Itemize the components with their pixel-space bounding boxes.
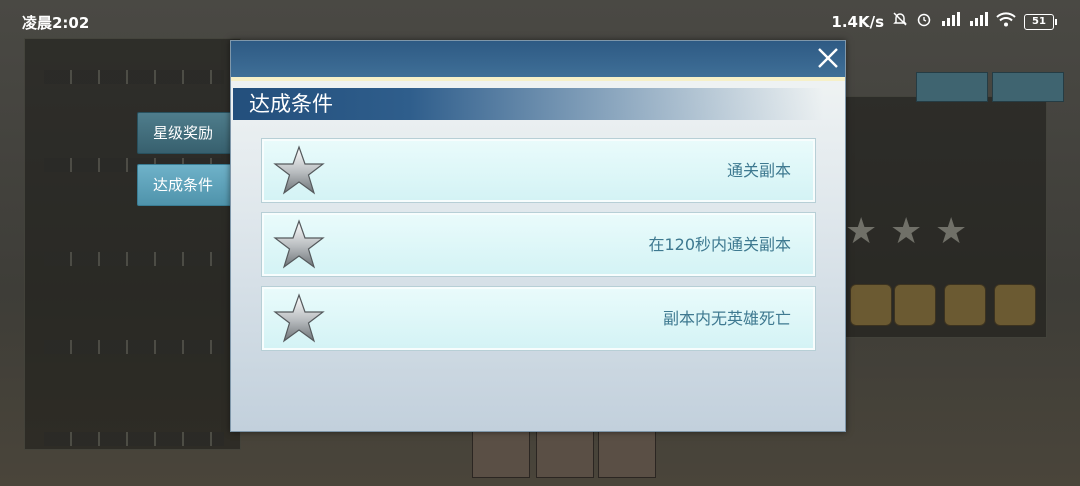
net-speed: 1.4K/s [831,12,884,31]
dialog-header [231,41,845,77]
bg-hero-portrait [598,430,656,478]
silver-star-icon [273,145,325,195]
silver-star-icon [273,219,325,269]
bg-strip [44,432,224,446]
condition-row: 在120秒内通关副本 [262,213,815,276]
condition-row: 通关副本 [262,139,815,202]
bg-reward-item [994,284,1036,326]
status-indicators: 1.4K/s 51 [831,11,1057,32]
close-icon [818,48,838,68]
tab-achievement-conditions[interactable]: 达成条件 [137,164,239,206]
bg-strip [44,70,224,84]
bg-tab [992,72,1064,102]
bg-star-icon: ★ [845,211,878,252]
silver-star-icon [273,293,325,343]
bg-reward-item [850,284,892,326]
alarm-clock-icon [916,11,932,32]
bg-stage-list-panel [24,38,241,450]
bg-star-icon: ★ [890,211,923,252]
condition-row: 副本内无英雄死亡 [262,287,815,350]
bg-tab [916,72,988,102]
tab-star-rewards[interactable]: 星级奖励 [137,112,239,154]
condition-text: 在120秒内通关副本 [648,235,791,254]
battery-icon: 51 [1024,13,1057,30]
signal-icon [940,12,960,31]
status-bar: 凌晨2:02 1.4K/s 51 [0,0,1080,44]
bg-hero-portrait [536,430,594,478]
header-divider [231,77,845,81]
conditions-dialog: 达成条件 通关副本 在120秒内通关副本 副本内无英雄死亡 [230,40,846,432]
close-button[interactable] [813,43,843,73]
bg-star-icon: ★ [935,211,968,252]
dialog-title: 达成条件 [249,92,333,116]
status-time: 凌晨2:02 [22,14,90,32]
bg-hero-portrait [472,430,530,478]
wifi-icon [996,11,1016,32]
dialog-title-bar: 达成条件 [233,88,823,120]
condition-text: 副本内无英雄死亡 [662,309,791,328]
signal-icon [968,12,988,31]
bg-strip [44,340,224,354]
bg-strip [44,252,224,266]
bg-reward-item [894,284,936,326]
condition-text: 通关副本 [726,161,791,180]
mute-bell-icon [892,11,908,32]
bg-reward-item [944,284,986,326]
